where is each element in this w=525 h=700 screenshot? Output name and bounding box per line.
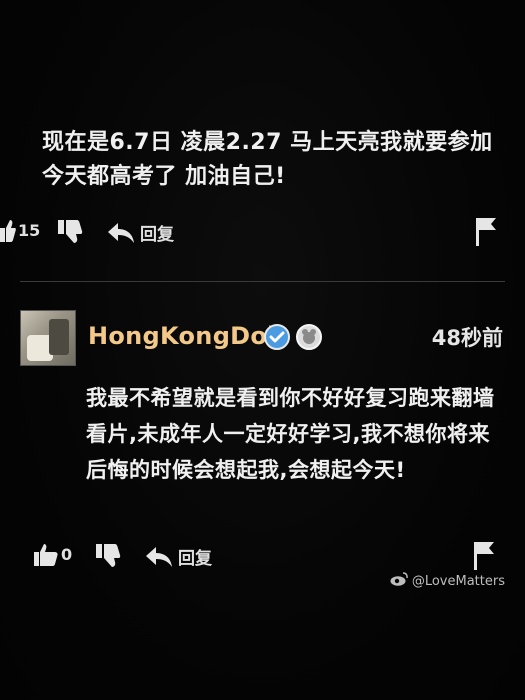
like-count: 0: [61, 544, 73, 564]
thumbs-up-icon: [34, 542, 58, 566]
thumbs-down-icon: [96, 542, 122, 568]
reply-button[interactable]: 回复: [146, 544, 212, 569]
vip-badge-icon: [296, 324, 322, 350]
weibo-icon: [390, 572, 408, 590]
like-button[interactable]: 15: [0, 218, 40, 242]
avatar[interactable]: [20, 310, 76, 366]
watermark: @LoveMatters: [390, 572, 505, 590]
report-button[interactable]: [474, 216, 498, 246]
watermark-text: @LoveMatters: [411, 573, 505, 589]
reply-label: 回复: [178, 549, 212, 569]
dislike-button[interactable]: [58, 218, 84, 244]
timestamp: 48秒前: [431, 326, 503, 350]
reply-arrow-icon: [146, 546, 172, 567]
report-button[interactable]: [472, 540, 496, 570]
verified-icon: [264, 324, 290, 350]
like-count: 15: [18, 220, 41, 240]
dislike-button[interactable]: [96, 542, 122, 568]
comment-actions: 15 回复: [0, 214, 525, 250]
comment-text: 我最不希望就是看到你不好好复习跑来翻墙看片,未成年人一定好好学习,我不想你将来后…: [86, 386, 495, 482]
username[interactable]: HongKongDoll: [88, 322, 284, 350]
like-button[interactable]: 0: [34, 542, 72, 566]
flag-icon: [472, 540, 496, 570]
thumbs-up-icon: [0, 218, 16, 242]
screen: 现在是6.7日 凌晨2.27 马上天亮我就要参加今天都高考了 加油自己! 15 …: [0, 0, 525, 700]
comment-actions: 0 回复: [0, 538, 525, 574]
reply-label: 回复: [140, 225, 174, 245]
reply-arrow-icon: [108, 222, 134, 243]
comment-text: 现在是6.7日 凌晨2.27 马上天亮我就要参加今天都高考了 加油自己!: [42, 130, 493, 189]
reply-button[interactable]: 回复: [108, 220, 174, 245]
thumbs-down-icon: [58, 218, 84, 244]
flag-icon: [474, 216, 498, 246]
comment-divider: [20, 281, 505, 282]
